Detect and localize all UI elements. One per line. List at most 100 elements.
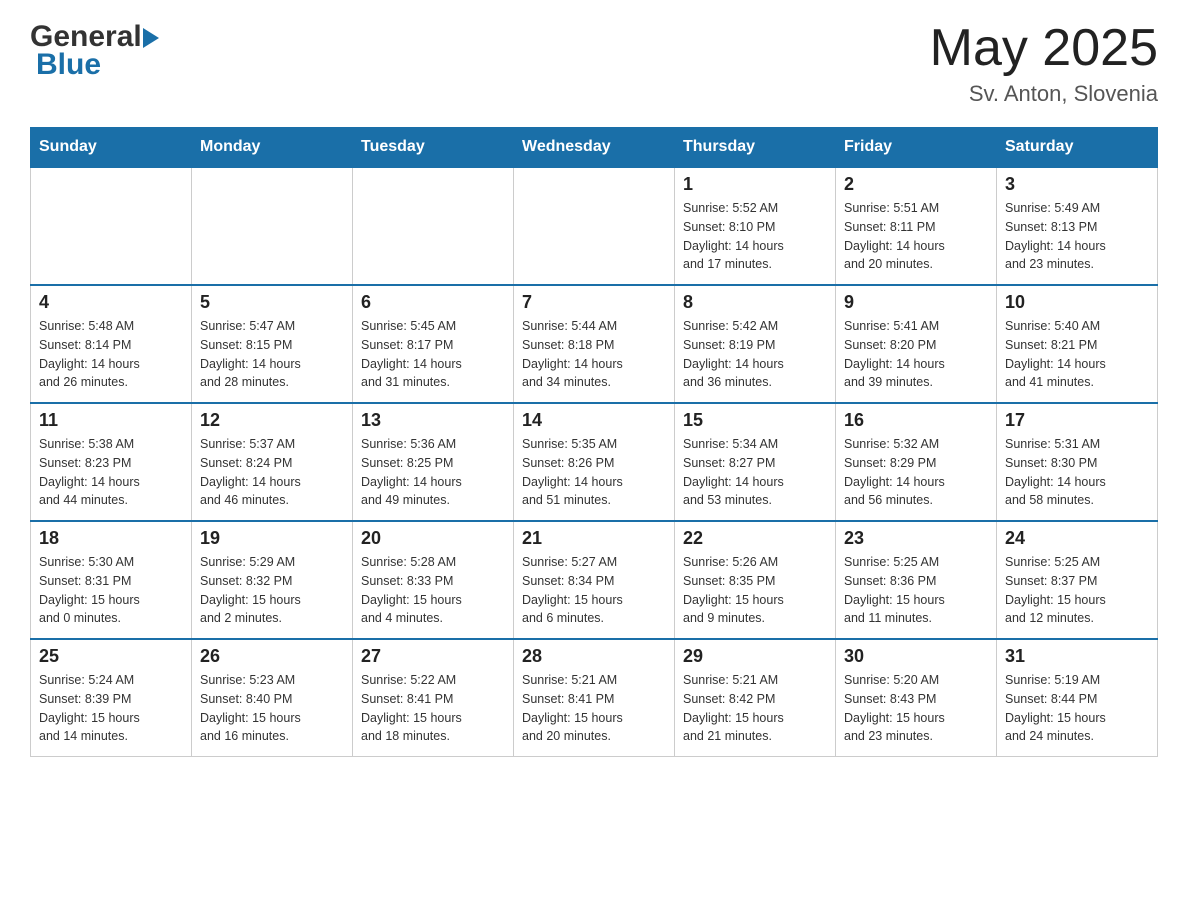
day-info: Sunrise: 5:47 AMSunset: 8:15 PMDaylight:… [200,317,344,392]
table-row: 26 Sunrise: 5:23 AMSunset: 8:40 PMDayligh… [192,639,353,757]
table-row [514,167,675,285]
table-row: 13 Sunrise: 5:36 AMSunset: 8:25 PMDayligh… [353,403,514,521]
page-header: General Blue May 2025 Sv. Anton, Sloveni… [30,20,1158,107]
day-number: 19 [200,528,344,549]
table-row: 7 Sunrise: 5:44 AMSunset: 8:18 PMDaylight… [514,285,675,403]
title-block: May 2025 Sv. Anton, Slovenia [930,20,1158,107]
day-info: Sunrise: 5:21 AMSunset: 8:42 PMDaylight:… [683,671,827,746]
day-number: 15 [683,410,827,431]
day-number: 18 [39,528,183,549]
col-monday: Monday [192,128,353,168]
table-row: 17 Sunrise: 5:31 AMSunset: 8:30 PMDayligh… [997,403,1158,521]
day-info: Sunrise: 5:37 AMSunset: 8:24 PMDaylight:… [200,435,344,510]
month-title: May 2025 [930,20,1158,77]
day-number: 21 [522,528,666,549]
table-row: 28 Sunrise: 5:21 AMSunset: 8:41 PMDayligh… [514,639,675,757]
day-number: 23 [844,528,988,549]
day-number: 7 [522,292,666,313]
day-number: 30 [844,646,988,667]
day-info: Sunrise: 5:41 AMSunset: 8:20 PMDaylight:… [844,317,988,392]
table-row: 3 Sunrise: 5:49 AMSunset: 8:13 PMDaylight… [997,167,1158,285]
calendar-week-row: 4Sunrise: 5:48 AMSunset: 8:14 PMDaylight… [31,285,1158,403]
day-info: Sunrise: 5:44 AMSunset: 8:18 PMDaylight:… [522,317,666,392]
logo-blue-text: Blue [30,48,159,82]
calendar-week-row: 1 Sunrise: 5:52 AMSunset: 8:10 PMDaylight… [31,167,1158,285]
location-title: Sv. Anton, Slovenia [930,81,1158,107]
day-number: 14 [522,410,666,431]
table-row: 19 Sunrise: 5:29 AMSunset: 8:32 PMDayligh… [192,521,353,639]
day-info: Sunrise: 5:45 AMSunset: 8:17 PMDaylight:… [361,317,505,392]
table-row: 20Sunrise: 5:28 AMSunset: 8:33 PMDayligh… [353,521,514,639]
calendar-header-row: Sunday Monday Tuesday Wednesday Thursday… [31,128,1158,168]
table-row: 4Sunrise: 5:48 AMSunset: 8:14 PMDaylight… [31,285,192,403]
day-info: Sunrise: 5:38 AMSunset: 8:23 PMDaylight:… [39,435,183,510]
calendar-week-row: 25 Sunrise: 5:24 AMSunset: 8:39 PMDayligh… [31,639,1158,757]
day-number: 17 [1005,410,1149,431]
day-number: 31 [1005,646,1149,667]
day-info: Sunrise: 5:25 AMSunset: 8:36 PMDaylight:… [844,553,988,628]
table-row: 14 Sunrise: 5:35 AMSunset: 8:26 PMDayligh… [514,403,675,521]
table-row: 21Sunrise: 5:27 AMSunset: 8:34 PMDayligh… [514,521,675,639]
day-info: Sunrise: 5:42 AMSunset: 8:19 PMDaylight:… [683,317,827,392]
day-info: Sunrise: 5:32 AMSunset: 8:29 PMDaylight:… [844,435,988,510]
table-row: 8 Sunrise: 5:42 AMSunset: 8:19 PMDaylight… [675,285,836,403]
table-row: 12 Sunrise: 5:37 AMSunset: 8:24 PMDayligh… [192,403,353,521]
day-number: 13 [361,410,505,431]
col-thursday: Thursday [675,128,836,168]
day-number: 28 [522,646,666,667]
day-info: Sunrise: 5:26 AMSunset: 8:35 PMDaylight:… [683,553,827,628]
col-friday: Friday [836,128,997,168]
table-row: 29Sunrise: 5:21 AMSunset: 8:42 PMDayligh… [675,639,836,757]
day-number: 26 [200,646,344,667]
day-info: Sunrise: 5:19 AMSunset: 8:44 PMDaylight:… [1005,671,1149,746]
table-row [31,167,192,285]
table-row: 31 Sunrise: 5:19 AMSunset: 8:44 PMDayligh… [997,639,1158,757]
day-number: 25 [39,646,183,667]
day-number: 3 [1005,174,1149,195]
col-wednesday: Wednesday [514,128,675,168]
day-info: Sunrise: 5:35 AMSunset: 8:26 PMDaylight:… [522,435,666,510]
table-row: 24Sunrise: 5:25 AMSunset: 8:37 PMDayligh… [997,521,1158,639]
day-info: Sunrise: 5:22 AMSunset: 8:41 PMDaylight:… [361,671,505,746]
day-info: Sunrise: 5:51 AMSunset: 8:11 PMDaylight:… [844,199,988,274]
day-info: Sunrise: 5:40 AMSunset: 8:21 PMDaylight:… [1005,317,1149,392]
table-row [353,167,514,285]
day-number: 12 [200,410,344,431]
day-info: Sunrise: 5:23 AMSunset: 8:40 PMDaylight:… [200,671,344,746]
table-row [192,167,353,285]
table-row: 18 Sunrise: 5:30 AMSunset: 8:31 PMDayligh… [31,521,192,639]
day-info: Sunrise: 5:49 AMSunset: 8:13 PMDaylight:… [1005,199,1149,274]
day-info: Sunrise: 5:30 AMSunset: 8:31 PMDaylight:… [39,553,183,628]
table-row: 22 Sunrise: 5:26 AMSunset: 8:35 PMDayligh… [675,521,836,639]
day-info: Sunrise: 5:20 AMSunset: 8:43 PMDaylight:… [844,671,988,746]
day-number: 16 [844,410,988,431]
day-info: Sunrise: 5:31 AMSunset: 8:30 PMDaylight:… [1005,435,1149,510]
day-info: Sunrise: 5:28 AMSunset: 8:33 PMDaylight:… [361,553,505,628]
table-row: 2 Sunrise: 5:51 AMSunset: 8:11 PMDaylight… [836,167,997,285]
table-row: 25 Sunrise: 5:24 AMSunset: 8:39 PMDayligh… [31,639,192,757]
day-info: Sunrise: 5:24 AMSunset: 8:39 PMDaylight:… [39,671,183,746]
day-info: Sunrise: 5:29 AMSunset: 8:32 PMDaylight:… [200,553,344,628]
table-row: 11Sunrise: 5:38 AMSunset: 8:23 PMDayligh… [31,403,192,521]
day-number: 8 [683,292,827,313]
table-row: 23 Sunrise: 5:25 AMSunset: 8:36 PMDayligh… [836,521,997,639]
table-row: 15 Sunrise: 5:34 AMSunset: 8:27 PMDayligh… [675,403,836,521]
table-row: 10Sunrise: 5:40 AMSunset: 8:21 PMDayligh… [997,285,1158,403]
table-row: 16 Sunrise: 5:32 AMSunset: 8:29 PMDayligh… [836,403,997,521]
day-number: 27 [361,646,505,667]
logo-triangle-icon [143,28,159,48]
day-info: Sunrise: 5:21 AMSunset: 8:41 PMDaylight:… [522,671,666,746]
day-number: 22 [683,528,827,549]
calendar-table: Sunday Monday Tuesday Wednesday Thursday… [30,127,1158,757]
table-row: 27 Sunrise: 5:22 AMSunset: 8:41 PMDayligh… [353,639,514,757]
day-number: 5 [200,292,344,313]
day-number: 2 [844,174,988,195]
col-tuesday: Tuesday [353,128,514,168]
day-info: Sunrise: 5:34 AMSunset: 8:27 PMDaylight:… [683,435,827,510]
table-row: 6Sunrise: 5:45 AMSunset: 8:17 PMDaylight… [353,285,514,403]
day-info: Sunrise: 5:48 AMSunset: 8:14 PMDaylight:… [39,317,183,392]
day-info: Sunrise: 5:36 AMSunset: 8:25 PMDaylight:… [361,435,505,510]
table-row: 1 Sunrise: 5:52 AMSunset: 8:10 PMDaylight… [675,167,836,285]
day-info: Sunrise: 5:52 AMSunset: 8:10 PMDaylight:… [683,199,827,274]
day-number: 1 [683,174,827,195]
